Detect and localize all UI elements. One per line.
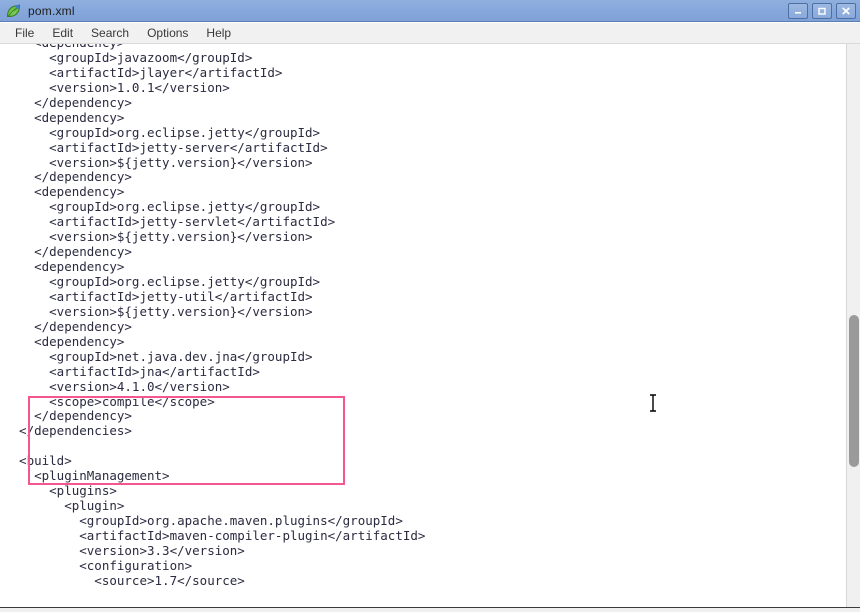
close-button[interactable] [836,3,856,19]
code-line: <artifactId>jetty-util</artifactId> [4,288,313,304]
editor-window: pom.xml File Edit Search Options Help <g… [0,0,860,612]
code-line: </dependency> [4,244,132,260]
menu-item-search[interactable]: Search [82,24,138,43]
code-line: <dependency> [4,333,125,349]
code-line: <version>${jetty.version}</version> [4,229,313,245]
code-line: <scope>compile</scope> [4,393,215,409]
window-title: pom.xml [28,4,75,18]
text-ibeam-cursor [649,394,657,412]
code-line: <groupId>org.apache.maven.plugins</group… [4,513,403,528]
code-line: <groupId>javazoom</groupId> [4,49,253,65]
vertical-scrollbar-thumb[interactable] [849,315,859,467]
menu-bar: File Edit Search Options Help [0,23,860,44]
code-line: <dependency> [4,184,125,200]
code-line: <artifactId>jetty-server</artifactId> [4,139,328,155]
window-controls [788,3,856,19]
code-line: </dependency> [4,408,132,424]
menu-item-file[interactable]: File [6,24,43,43]
code-line: <dependency> [4,109,125,125]
code-line: <artifactId>jlayer</artifactId> [4,64,283,80]
close-icon [842,7,850,15]
code-line: <groupId>org.eclipse.jetty</groupId> [4,199,321,215]
code-editor-area[interactable]: <dependency> <groupId>javazoom</groupId>… [0,44,846,607]
code-line: <version>${jetty.version}</version> [4,154,313,170]
minimize-icon [795,12,801,14]
code-line: <version>1.0.1</version> [4,79,230,95]
vertical-scrollbar[interactable] [846,44,860,607]
maximize-button[interactable] [812,3,832,19]
code-line: </dependency> [4,318,132,334]
code-line: <build> [4,453,72,469]
code-line: <configuration> [4,557,193,573]
code-line: <dependency> [4,259,125,275]
code-line: <artifactId>jna</artifactId> [4,363,260,379]
code-line: </dependency> [4,169,132,185]
code-line: <version>${jetty.version}</version> [4,303,313,319]
title-bar[interactable]: pom.xml [0,0,860,22]
leaf-document-icon [5,3,22,20]
code-line: <version>3.3</version> [4,542,245,558]
code-line: <plugin> [4,498,125,514]
menu-item-help[interactable]: Help [197,24,240,43]
code-line: <groupId>org.eclipse.jetty</groupId> [4,274,321,289]
code-line: <artifactId>maven-compiler-plugin</artif… [4,527,426,543]
code-line: <groupId>org.eclipse.jetty</groupId> [4,124,321,140]
code-line: <artifactId>jetty-servlet</artifactId> [4,214,336,230]
code-line: </dependency> [4,94,132,110]
menu-item-edit[interactable]: Edit [43,24,82,43]
menu-item-options[interactable]: Options [138,24,197,43]
code-line: <version>4.1.0</version> [4,378,230,394]
code-line: <source>1.7</source> [4,572,245,588]
code-line: </dependencies> [4,423,132,439]
code-line: <groupId>net.java.dev.jna</groupId> [4,348,313,364]
code-line: <plugins> [4,483,117,499]
source-code-text[interactable]: <dependency> <groupId>javazoom</groupId>… [0,44,425,589]
maximize-icon [818,7,826,15]
code-line: <pluginManagement> [4,468,170,484]
horizontal-scrollbar[interactable] [0,607,860,612]
minimize-button[interactable] [788,3,808,19]
